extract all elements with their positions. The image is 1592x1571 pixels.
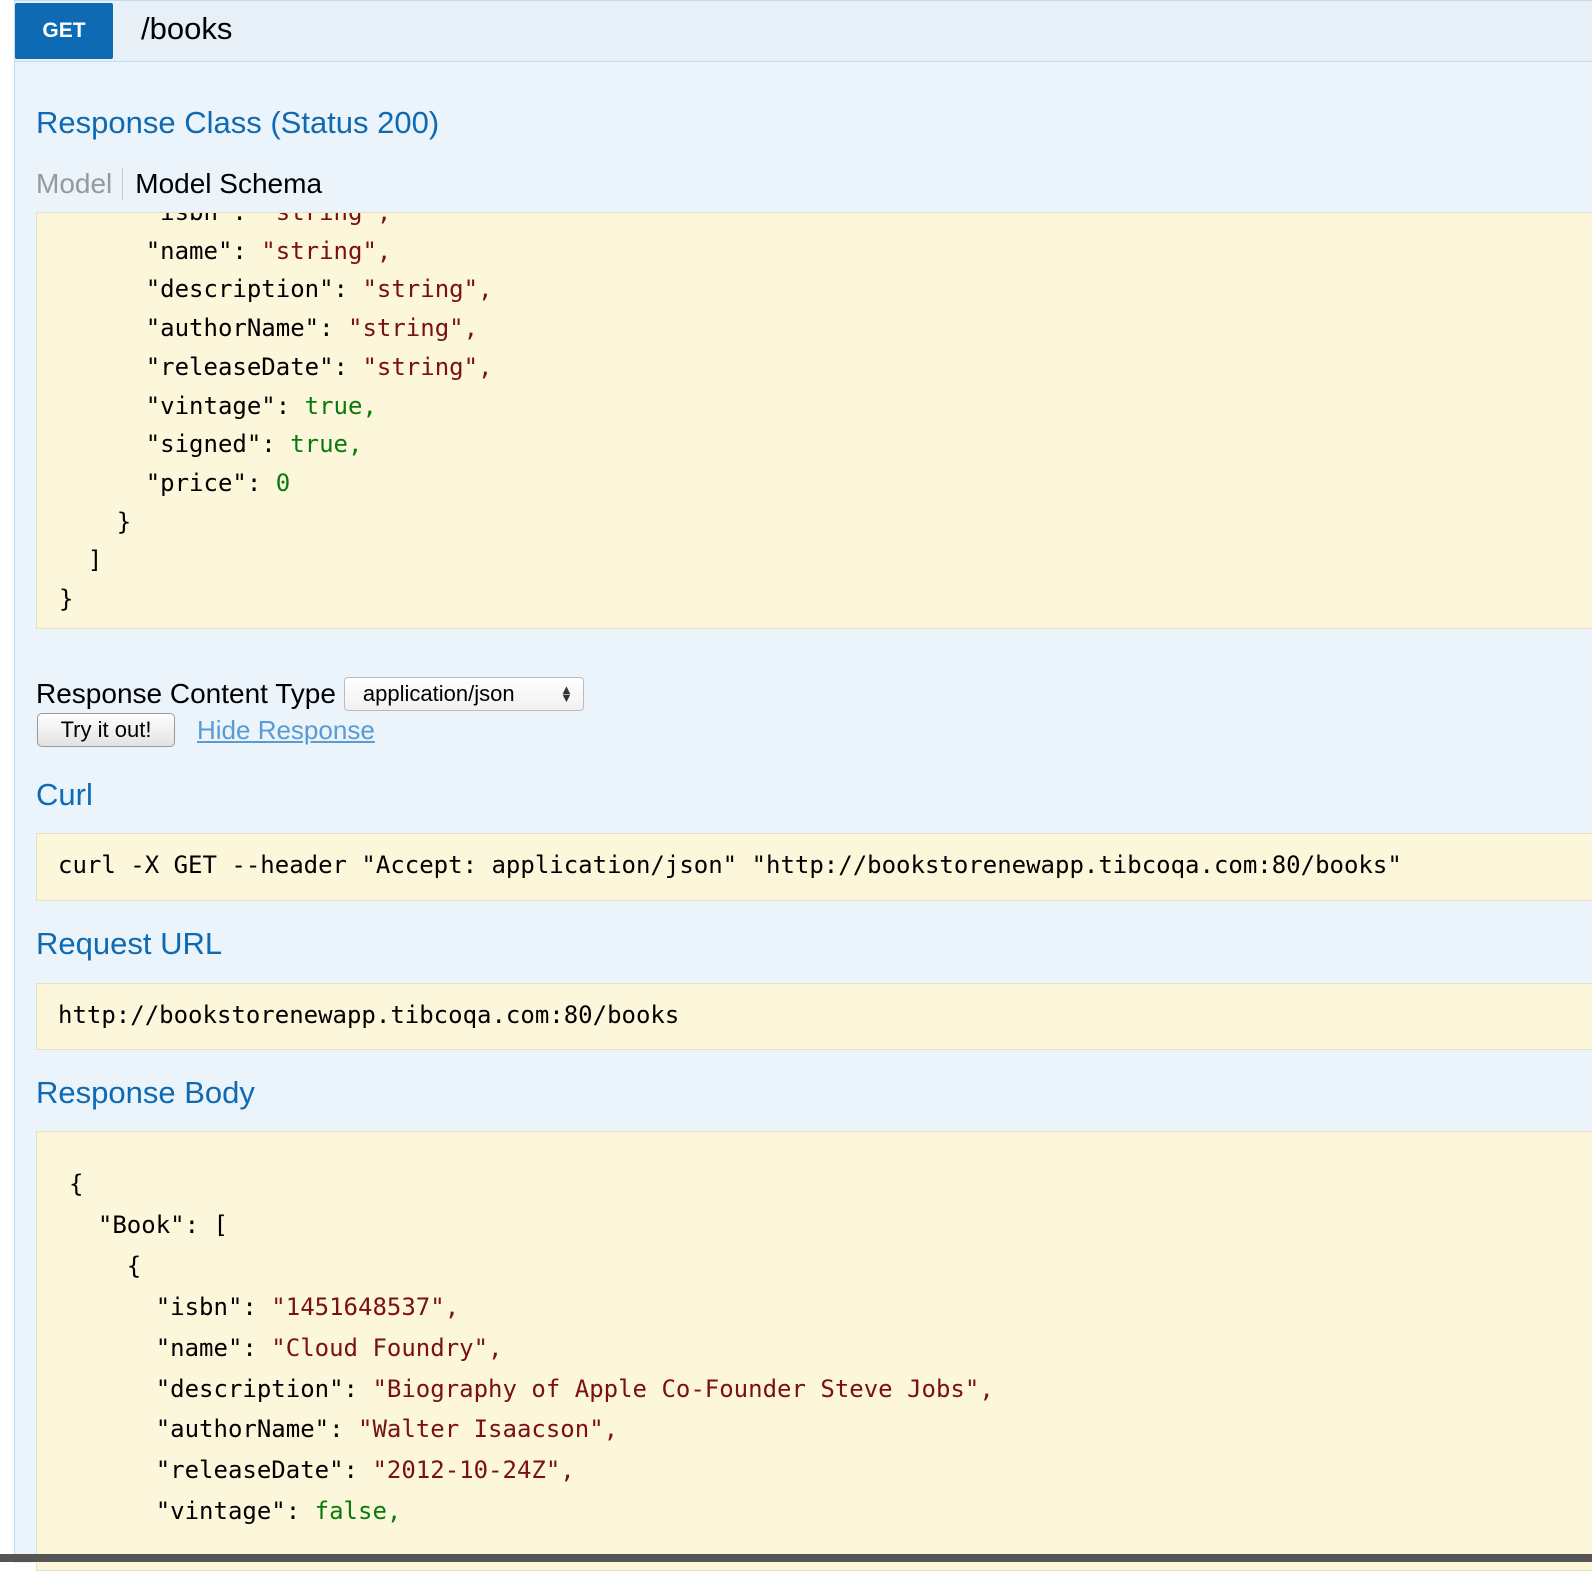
body-line: "releaseDate": "2012-10-24Z", bbox=[155, 1456, 575, 1485]
schema-line: "isbn": "string", bbox=[145, 212, 392, 226]
schema-line: "vintage": true, bbox=[145, 391, 377, 420]
model-tabs: Model Model Schema bbox=[36, 159, 332, 209]
hide-response-link[interactable]: Hide Response bbox=[197, 715, 375, 746]
body-line: "Book": [ bbox=[97, 1210, 228, 1239]
operation-panel: GET /books Response Class (Status 200) M… bbox=[14, 0, 1592, 1571]
content-type-label: Response Content Type bbox=[36, 678, 336, 709]
request-url-block: http://bookstorenewapp.tibcoqa.com:80/bo… bbox=[36, 983, 1592, 1050]
endpoint-path[interactable]: /books bbox=[141, 11, 232, 47]
operation-heading[interactable]: GET /books bbox=[15, 1, 1592, 62]
try-it-out-button[interactable]: Try it out! bbox=[37, 713, 175, 747]
schema-line: ] bbox=[87, 546, 103, 575]
schema-line: } bbox=[116, 507, 132, 536]
schema-line: "description": "string", bbox=[145, 275, 493, 304]
response-body-block: { "Book": [ { "isbn": "1451648537", "nam… bbox=[36, 1131, 1592, 1571]
schema-json: "isbn": "string", "name": "string", "des… bbox=[37, 212, 1592, 619]
model-schema-code: "isbn": "string", "name": "string", "des… bbox=[36, 212, 1592, 629]
schema-line: "name": "string", bbox=[145, 236, 392, 265]
curl-title: Curl bbox=[36, 777, 93, 812]
body-line: "name": "Cloud Foundry", bbox=[155, 1333, 503, 1362]
body-line: { bbox=[126, 1251, 142, 1280]
select-arrows-icon: ▲ ▼ bbox=[560, 682, 573, 705]
body-line: { bbox=[69, 1170, 84, 1198]
request-url-title: Request URL bbox=[36, 926, 223, 961]
action-row: Try it out! Hide Response bbox=[37, 713, 375, 747]
tab-model[interactable]: Model bbox=[36, 168, 122, 200]
response-body-title: Response Body bbox=[36, 1075, 255, 1110]
body-line: "authorName": "Walter Isaacson", bbox=[155, 1415, 619, 1444]
content-type-value: application/json bbox=[362, 681, 515, 706]
request-url-value: http://bookstorenewapp.tibcoqa.com:80/bo… bbox=[58, 1001, 680, 1029]
schema-line: "signed": true, bbox=[145, 430, 363, 459]
response-class-title: Response Class (Status 200) bbox=[36, 105, 440, 140]
curl-block: curl -X GET --header "Accept: applicatio… bbox=[36, 833, 1592, 901]
tab-model-schema[interactable]: Model Schema bbox=[122, 168, 332, 200]
schema-line: "releaseDate": "string", bbox=[145, 352, 493, 381]
response-content-type: Response Content Type application/json ▲… bbox=[36, 677, 584, 711]
http-verb-badge[interactable]: GET bbox=[15, 3, 113, 59]
bottom-edge bbox=[0, 1554, 1592, 1562]
body-line: "isbn": "1451648537", bbox=[155, 1292, 460, 1321]
content-type-select[interactable]: application/json ▲ ▼ bbox=[343, 677, 584, 711]
schema-line: "authorName": "string", bbox=[145, 314, 479, 343]
curl-command: curl -X GET --header "Accept: applicatio… bbox=[58, 851, 1402, 879]
schema-line: } bbox=[59, 585, 74, 614]
schema-line: "price": 0 bbox=[145, 468, 291, 497]
body-line: "description": "Biography of Apple Co-Fo… bbox=[155, 1374, 994, 1403]
response-body-json: { "Book": [ { "isbn": "1451648537", "nam… bbox=[37, 1132, 1592, 1532]
body-line: "vintage": false, bbox=[155, 1497, 402, 1526]
